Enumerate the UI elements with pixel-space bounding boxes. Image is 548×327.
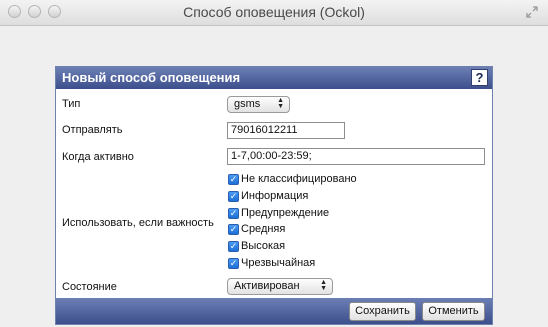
severity-option-label: Средняя xyxy=(241,223,286,235)
severity-option-label: Информация xyxy=(241,190,309,202)
status-select-value: Активирован xyxy=(234,280,300,292)
status-label: Состояние xyxy=(62,281,117,293)
panel-footer: Сохранить Отменить xyxy=(56,298,492,324)
help-icon[interactable]: ? xyxy=(471,69,488,86)
when-active-input[interactable]: 1-7,00:00-23:59; xyxy=(227,148,485,165)
checkbox-checked-icon[interactable]: ✓ xyxy=(228,241,239,252)
checkbox-checked-icon[interactable]: ✓ xyxy=(228,224,239,235)
type-select[interactable]: gsms ▲ ▼ xyxy=(227,96,290,113)
when-active-label: Когда активно xyxy=(62,151,134,163)
send-to-input[interactable]: 79016012211 xyxy=(227,122,345,139)
save-button[interactable]: Сохранить xyxy=(349,302,416,321)
checkbox-checked-icon[interactable]: ✓ xyxy=(228,208,239,219)
checkbox-checked-icon[interactable]: ✓ xyxy=(228,258,239,269)
severity-option-label: Высокая xyxy=(241,240,286,252)
window-titlebar: Способ оповещения (Ockol) xyxy=(0,0,548,26)
cancel-button[interactable]: Отменить xyxy=(422,302,485,321)
send-to-label: Отправлять xyxy=(62,124,123,136)
status-select[interactable]: Активирован ▲ ▼ xyxy=(227,278,333,295)
severity-option-label: Чрезвычайная xyxy=(241,257,316,269)
select-arrows-icon: ▲ ▼ xyxy=(277,97,284,110)
checkbox-checked-icon[interactable]: ✓ xyxy=(228,191,239,202)
severity-label: Использовать, если важность xyxy=(62,217,214,229)
type-label: Тип xyxy=(62,98,81,110)
window-content: Новый способ оповещения ? Тип gsms ▲ ▼ От… xyxy=(0,26,548,327)
type-select-value: gsms xyxy=(234,98,261,110)
window-title: Способ оповещения (Ockol) xyxy=(183,4,365,20)
media-form-panel: Новый способ оповещения ? Тип gsms ▲ ▼ От… xyxy=(55,66,493,325)
checkbox-checked-icon[interactable]: ✓ xyxy=(228,174,239,185)
fullscreen-icon[interactable] xyxy=(526,6,538,18)
select-arrows-icon: ▲ ▼ xyxy=(320,279,327,292)
panel-header: Новый способ оповещения ? xyxy=(56,67,492,89)
severity-option-label: Не классифицировано xyxy=(241,173,357,185)
severity-option-label: Предупреждение xyxy=(241,207,330,219)
panel-title: Новый способ оповещения xyxy=(62,70,241,85)
